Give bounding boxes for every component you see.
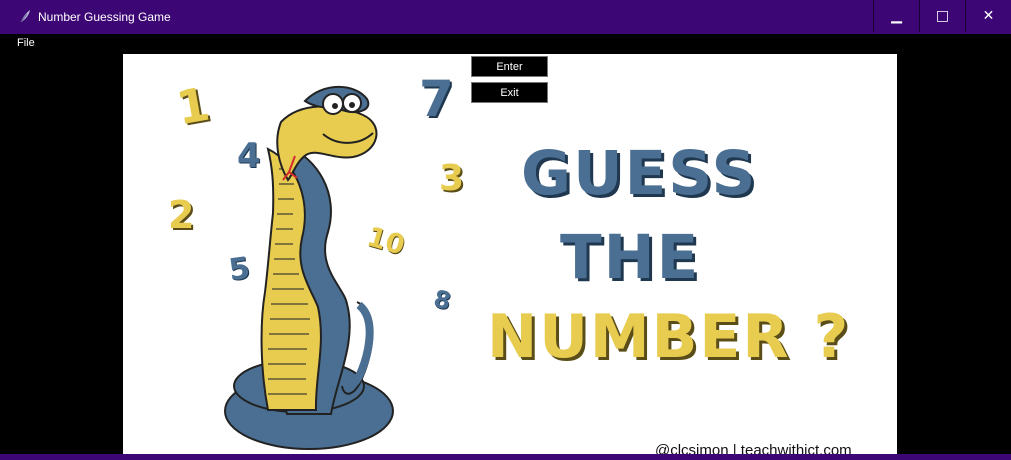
title-bar: Number Guessing Game ▁ □ ✕ bbox=[0, 0, 1011, 34]
minimize-button[interactable]: ▁ bbox=[873, 0, 919, 32]
enter-button-label: Enter bbox=[496, 60, 523, 73]
illustration-number-3: 3 bbox=[439, 158, 465, 199]
illustration-number-7: 7 bbox=[419, 70, 454, 128]
menu-bar: File bbox=[8, 34, 1003, 54]
close-button[interactable]: ✕ bbox=[965, 0, 1011, 32]
maximize-icon: □ bbox=[935, 8, 950, 24]
illustration-credit: @clcsimon | teachwithict.com bbox=[655, 442, 852, 454]
minimize-icon: ▁ bbox=[891, 8, 902, 24]
window-controls: ▁ □ ✕ bbox=[873, 0, 1011, 34]
enter-button[interactable]: Enter bbox=[471, 56, 548, 77]
headline-number: NUMBER ? bbox=[487, 302, 851, 372]
menu-file[interactable]: File bbox=[17, 37, 35, 49]
feather-icon bbox=[20, 10, 30, 23]
illustration-number-4: 4 bbox=[237, 136, 261, 176]
maximize-button[interactable]: □ bbox=[919, 0, 965, 32]
close-icon: ✕ bbox=[982, 8, 995, 24]
window-right-border bbox=[1003, 34, 1011, 460]
window-bottom-border bbox=[0, 454, 1011, 460]
exit-button-label: Exit bbox=[500, 86, 519, 99]
exit-button[interactable]: Exit bbox=[471, 82, 548, 103]
window-left-border bbox=[0, 34, 8, 460]
app-window: Number Guessing Game ▁ □ ✕ File 1 7 4 3 … bbox=[0, 0, 1011, 460]
illustration-number-2: 2 bbox=[168, 193, 195, 237]
headline-the: THE bbox=[560, 222, 701, 293]
game-illustration: 1 7 4 3 2 10 5 8 GUESS THE NUMBER ? @clc… bbox=[123, 54, 897, 454]
headline-guess: GUESS bbox=[521, 138, 758, 209]
window-title: Number Guessing Game bbox=[38, 10, 171, 24]
